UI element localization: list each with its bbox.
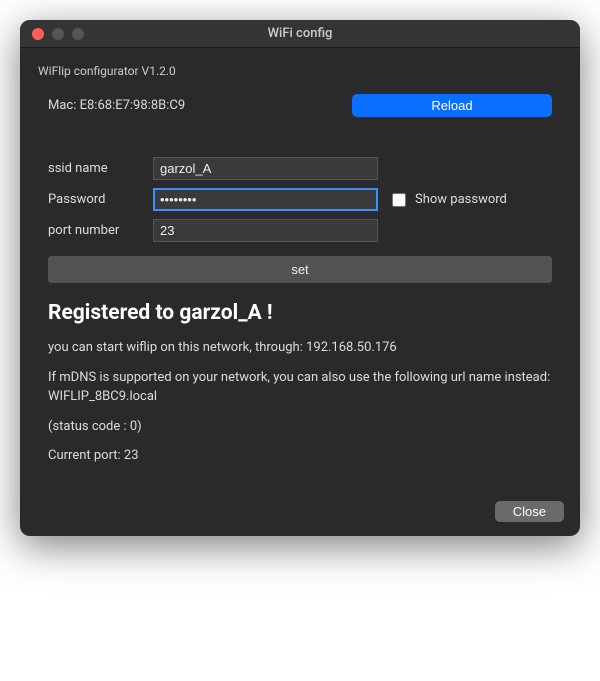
status-start-line: you can start wiflip on this network, th… [48, 339, 552, 357]
status-mdns-name: WIFLIP_8BC9.local [48, 388, 552, 406]
content-area: WiFlip configurator V1.2.0 Mac: E8:68:E7… [20, 48, 580, 491]
status-code-line: (status code : 0) [48, 418, 552, 436]
mac-prefix: Mac: [48, 98, 80, 113]
ssid-label: ssid name [48, 161, 143, 176]
mac-address-label: Mac: E8:68:E7:98:8B:C9 [48, 98, 185, 113]
ssid-input[interactable] [153, 157, 378, 180]
password-row: Password Show password [48, 188, 552, 211]
titlebar: WiFi config [20, 20, 580, 48]
app-window: WiFi config WiFlip configurator V1.2.0 M… [20, 20, 580, 536]
password-input[interactable] [153, 188, 378, 211]
show-password-checkbox[interactable] [392, 193, 406, 207]
password-label: Password [48, 192, 143, 207]
app-version-label: WiFlip configurator V1.2.0 [38, 64, 562, 78]
minimize-window-icon[interactable] [52, 28, 64, 40]
status-port-line: Current port: 23 [48, 447, 552, 465]
port-input[interactable] [153, 219, 378, 242]
show-password-toggle[interactable]: Show password [388, 190, 507, 210]
close-button[interactable]: Close [495, 501, 564, 522]
show-password-label: Show password [415, 192, 507, 207]
traffic-lights [20, 28, 84, 40]
reload-button[interactable]: Reload [352, 94, 552, 117]
close-window-icon[interactable] [32, 28, 44, 40]
port-row: port number [48, 219, 552, 242]
status-heading: Registered to garzol_A ! [48, 301, 552, 325]
zoom-window-icon[interactable] [72, 28, 84, 40]
window-title: WiFi config [20, 26, 580, 41]
status-mdns-intro: If mDNS is supported on your network, yo… [48, 369, 552, 387]
port-label: port number [48, 223, 143, 238]
set-button[interactable]: set [48, 256, 552, 283]
mac-row: Mac: E8:68:E7:98:8B:C9 Reload [48, 94, 552, 117]
footer: Close [20, 491, 580, 536]
ssid-row: ssid name [48, 157, 552, 180]
mac-address-value: E8:68:E7:98:8B:C9 [80, 98, 186, 113]
